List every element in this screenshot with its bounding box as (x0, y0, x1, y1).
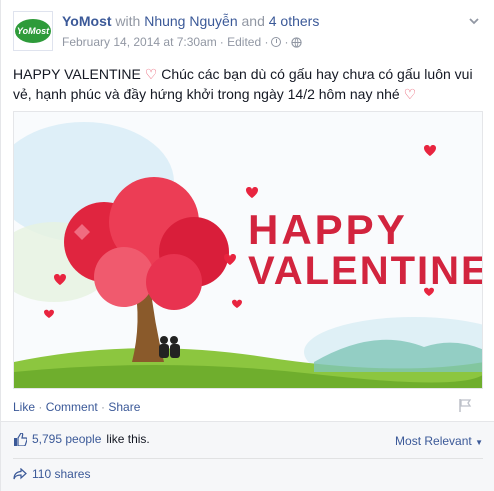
actions-sep-1: · (35, 400, 46, 414)
chevron-down-icon (469, 18, 479, 25)
with-text: with (115, 13, 141, 29)
tagged-person-link[interactable]: Nhung Nguyễn (144, 13, 237, 29)
share-link[interactable]: Share (108, 400, 140, 414)
likes-row: 5,795 people like this. (13, 432, 150, 446)
comment-link[interactable]: Comment (46, 400, 98, 414)
meta-dot: · (284, 35, 289, 49)
post-message: HAPPY VALENTINE ♡ Chúc các bạn dù có gấu… (13, 64, 483, 104)
page-avatar[interactable]: YoMost (13, 11, 53, 51)
most-relevant-dropdown[interactable]: Most Relevant ▼ (395, 434, 483, 448)
globe-icon[interactable] (291, 36, 303, 48)
others-link[interactable]: 4 others (269, 13, 320, 29)
feed-post: YoMost YoMost with Nhung Nguyễn and 4 ot… (0, 0, 494, 491)
post-options-chevron[interactable] (468, 14, 480, 26)
post-headline: YoMost with Nhung Nguyễn and 4 others (62, 13, 319, 29)
post-photo[interactable]: HAPPY VALENTINE (13, 111, 483, 389)
image-text-happy: HAPPY (248, 206, 408, 253)
page-name-link[interactable]: YoMost (62, 13, 112, 29)
ufi-divider (13, 458, 483, 459)
post-timestamp[interactable]: February 14, 2014 at 7:30am (62, 35, 217, 49)
post-actions: Like · Comment · Share (13, 400, 140, 414)
shares-count: 110 shares (32, 467, 91, 481)
image-text-valentine: VALENTINE (248, 249, 483, 293)
like-link[interactable]: Like (13, 400, 35, 414)
clock-icon (271, 37, 282, 47)
heart-emoji-icon: ♡ (144, 66, 158, 82)
shares-row[interactable]: 110 shares (13, 467, 90, 481)
and-text: and (241, 13, 265, 29)
heart-emoji-icon-2: ♡ (403, 86, 417, 102)
likes-suffix: like this. (106, 432, 150, 446)
sort-label: Most Relevant (395, 434, 472, 448)
flag-icon[interactable] (458, 398, 472, 412)
edited-label[interactable]: · Edited · (220, 35, 269, 49)
likes-count-link[interactable]: 5,795 people (32, 432, 101, 446)
yomost-logo: YoMost (15, 19, 51, 43)
caret-down-icon: ▼ (475, 438, 483, 447)
valentine-illustration: HAPPY VALENTINE (14, 112, 483, 388)
ufi-panel: 5,795 people like this. Most Relevant ▼ … (1, 422, 494, 491)
share-arrow-icon (13, 468, 27, 480)
actions-sep-2: · (97, 400, 109, 414)
thumbs-up-icon (14, 432, 27, 446)
message-headline: HAPPY VALENTINE (13, 66, 141, 82)
post-meta: February 14, 2014 at 7:30am · Edited · · (62, 35, 303, 49)
